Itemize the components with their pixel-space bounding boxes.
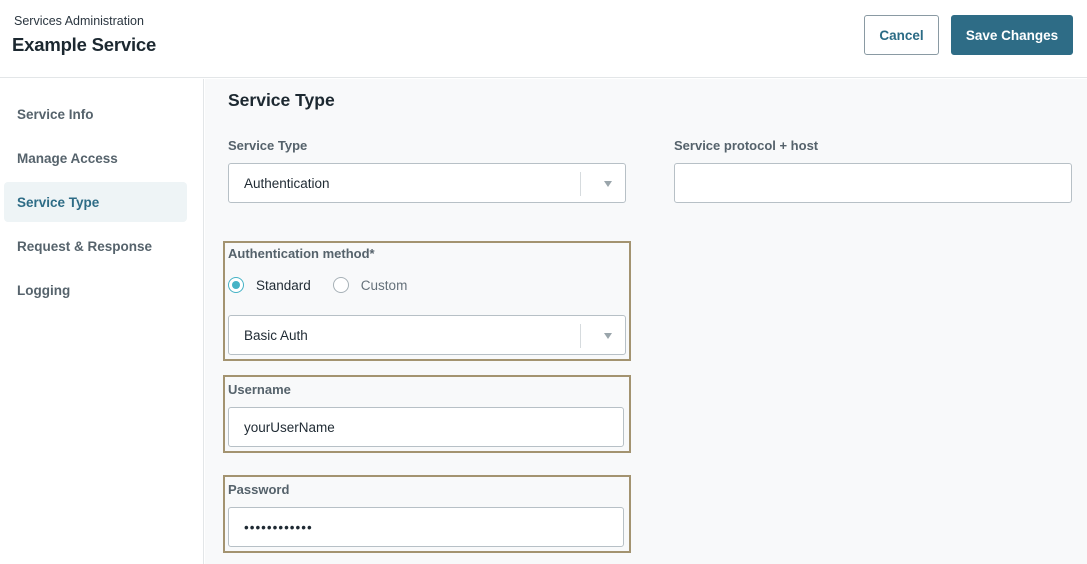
service-type-value: Authentication (244, 175, 330, 191)
username-label: Username (228, 382, 291, 397)
chevron-down-icon[interactable] (604, 333, 612, 339)
service-type-label: Service Type (228, 138, 308, 153)
page-title: Example Service (12, 34, 157, 55)
select-divider (580, 172, 581, 196)
sidebar-item-manage-access[interactable]: Manage Access (4, 138, 187, 178)
section-title: Service Type (228, 90, 335, 110)
radio-custom-label[interactable]: Custom (361, 278, 408, 293)
breadcrumb[interactable]: Services Administration (14, 14, 144, 28)
sidebar-nav: Service Info Manage Access Service Type … (0, 79, 204, 564)
sidebar-item-service-info[interactable]: Service Info (4, 94, 187, 134)
sidebar-item-logging[interactable]: Logging (4, 270, 187, 310)
sidebar-item-request-response[interactable]: Request & Response (4, 226, 187, 266)
page-header: Services Administration Example Service … (0, 0, 1087, 78)
chevron-down-icon[interactable] (604, 181, 612, 187)
service-type-select[interactable]: Authentication (228, 163, 626, 203)
cancel-button[interactable]: Cancel (864, 15, 939, 55)
protocol-host-label: Service protocol + host (674, 138, 819, 153)
radio-standard-label[interactable]: Standard (256, 278, 311, 293)
select-divider (580, 324, 581, 348)
sidebar-item-service-type[interactable]: Service Type (4, 182, 187, 222)
protocol-host-input[interactable] (674, 163, 1072, 203)
radio-custom[interactable] (332, 277, 349, 293)
main-content: Service Type Service Type Authentication… (205, 79, 1087, 564)
password-input[interactable]: •••••••••••• (228, 507, 624, 547)
auth-method-label: Authentication method* (228, 246, 375, 261)
radio-standard[interactable] (228, 277, 244, 293)
password-label: Password (228, 482, 290, 497)
auth-method-value: Basic Auth (244, 327, 308, 343)
auth-method-radio-group: Standard Custom (228, 277, 407, 293)
save-changes-button[interactable]: Save Changes (951, 15, 1073, 55)
auth-method-select[interactable]: Basic Auth (228, 315, 626, 355)
username-input[interactable]: yourUserName (228, 407, 624, 447)
